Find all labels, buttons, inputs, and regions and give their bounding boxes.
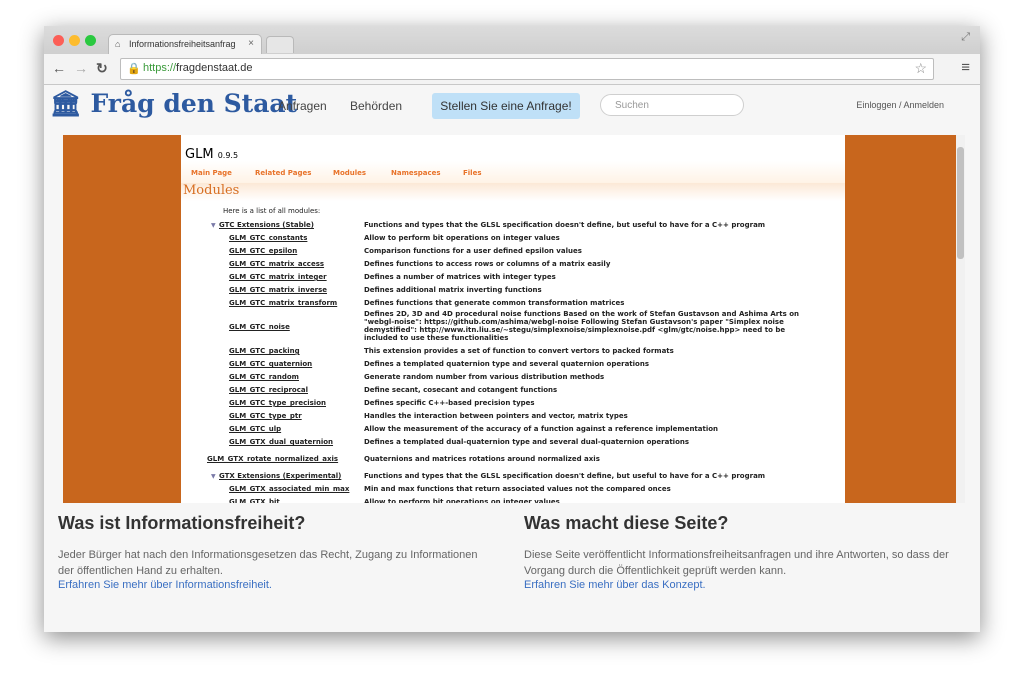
module-link[interactable]: GLM_GTC_quaternion [229, 360, 312, 368]
logo-text: Fråg den Staat [90, 89, 298, 118]
address-bar[interactable]: 🔒 https://fragdenstaat.de ☆ [120, 58, 934, 80]
new-request-button[interactable]: Stellen Sie eine Anfrage! [432, 93, 580, 119]
lock-icon: 🔒 [127, 63, 141, 75]
module-link[interactable]: GLM_GTC_noise [229, 323, 290, 331]
module-description: Functions and types that the GLSL specif… [364, 221, 766, 229]
url-text: https://fragdenstaat.de [143, 62, 252, 74]
fullscreen-icon[interactable]: ⤢ [961, 31, 970, 44]
login-link[interactable]: Einloggen / Anmelden [856, 100, 944, 110]
module-description: Allow the measurement of the accuracy of… [364, 425, 719, 433]
back-arrow-icon[interactable]: ← [52, 60, 66, 76]
frame-scrollbar[interactable] [956, 135, 965, 515]
module-description: Defines specific C++-based precision typ… [364, 399, 535, 407]
module-description: Defines a templated quaternion type and … [364, 360, 650, 368]
reload-icon[interactable]: ↻ [96, 60, 108, 77]
zoom-window-button[interactable] [85, 35, 96, 46]
doc-tab-related-pages[interactable]: Related Pages [255, 169, 311, 177]
scrollbar-thumb[interactable] [957, 147, 964, 259]
module-description: This extension provides a set of functio… [364, 347, 674, 355]
page-title: Modules [183, 183, 240, 198]
info-section: Was ist Informationsfreiheit? Jeder Bürg… [44, 503, 980, 632]
left-heading: Was ist Informationsfreiheit? [58, 513, 306, 533]
module-description: Defines 2D, 3D and 4D procedural noise f… [364, 310, 799, 342]
browser-window: ⌂ Informationsfreiheitsanfrag × ⤢ ← → ↻ … [44, 26, 980, 632]
left-learn-more-link[interactable]: Erfahren Sie mehr über Informationsfreih… [58, 579, 272, 591]
module-link[interactable]: GTC Extensions (Stable) [219, 221, 314, 229]
module-description: Defines a templated dual-quaternion type… [364, 438, 690, 446]
module-description: Defines a number of matrices with intege… [364, 273, 556, 281]
tab-strip: ⌂ Informationsfreiheitsanfrag × ⤢ [44, 26, 980, 55]
module-description: Allow to perform bit operations on integ… [364, 234, 560, 242]
module-link[interactable]: GTX Extensions (Experimental) [219, 472, 341, 480]
doc-tab-namespaces[interactable]: Namespaces [391, 169, 441, 177]
intro-text: Here is a list of all modules: [223, 207, 321, 215]
nav-behoerden[interactable]: Behörden [350, 99, 402, 113]
module-link[interactable]: GLM_GTC_type_ptr [229, 412, 302, 420]
tab-close-icon[interactable]: × [248, 38, 254, 49]
doc-tab-files[interactable]: Files [463, 169, 482, 177]
doc-tab-bar: Main Page Related Pages Modules Namespac… [181, 161, 845, 183]
module-description: Generate random number from various dist… [364, 373, 605, 381]
module-link[interactable]: GLM_GTC_matrix_transform [229, 299, 337, 307]
minimize-window-button[interactable] [69, 35, 80, 46]
doc-tab-modules[interactable]: Modules [333, 169, 366, 177]
left-margin-band [63, 135, 181, 515]
module-link[interactable]: GLM_GTX_rotate_normalized_axis [207, 455, 338, 463]
expand-arrow-icon[interactable]: ▼ [211, 222, 216, 229]
search-input[interactable]: Suchen [600, 94, 744, 116]
project-title: GLM 0.9.5 [185, 147, 238, 162]
new-tab-button[interactable] [266, 36, 294, 53]
embedded-doc-frame: GLM 0.9.5 Main Page Related Pages Module… [63, 135, 965, 515]
module-link[interactable]: GLM_GTC_type_precision [229, 399, 326, 407]
bookmark-star-icon[interactable]: ☆ [914, 60, 927, 77]
module-description: Defines functions to access rows or colu… [364, 260, 611, 268]
module-link[interactable]: GLM_GTC_ulp [229, 425, 281, 433]
close-window-button[interactable] [53, 35, 64, 46]
tab-title: Informationsfreiheitsanfrag [129, 39, 236, 49]
module-description: Functions and types that the GLSL specif… [364, 472, 766, 480]
module-link[interactable]: GLM_GTC_matrix_access [229, 260, 324, 268]
site-favicon-icon: ⌂ [115, 39, 121, 49]
module-link[interactable]: GLM_GTC_random [229, 373, 299, 381]
module-description: Min and max functions that return associ… [364, 485, 671, 493]
right-learn-more-link[interactable]: Erfahren Sie mehr über das Konzept. [524, 579, 706, 591]
browser-tab[interactable]: ⌂ Informationsfreiheitsanfrag × [108, 34, 262, 55]
url-host: fragdenstaat.de [176, 62, 253, 74]
module-link[interactable]: GLM_GTC_packing [229, 347, 300, 355]
forward-arrow-icon[interactable]: → [74, 60, 88, 76]
page-viewport: 🏛 Fråg den Staat Anfragen Behörden Stell… [44, 85, 980, 632]
module-description: Comparison functions for a user defined … [364, 247, 582, 255]
browser-toolbar: ← → ↻ 🔒 https://fragdenstaat.de ☆ ≡ [44, 54, 980, 85]
url-scheme: https:// [143, 62, 177, 74]
module-link[interactable]: GLM_GTC_matrix_integer [229, 273, 327, 281]
building-icon: 🏛 [50, 89, 82, 118]
module-description: Quaternions and matrices rotations aroun… [364, 455, 600, 463]
expand-arrow-icon[interactable]: ▼ [211, 473, 216, 480]
right-margin-band [845, 135, 956, 515]
nav-anfragen[interactable]: Anfragen [278, 99, 327, 113]
module-link[interactable]: GLM_GTC_constants [229, 234, 307, 242]
browser-menu-icon[interactable]: ≡ [961, 59, 970, 76]
right-text: Diese Seite veröffentlicht Informationsf… [524, 549, 949, 577]
module-link[interactable]: GLM_GTX_dual_quaternion [229, 438, 333, 446]
module-description: Handles the interaction between pointers… [364, 412, 628, 420]
doc-tab-main-page[interactable]: Main Page [191, 169, 232, 177]
doxygen-document: GLM 0.9.5 Main Page Related Pages Module… [181, 135, 845, 515]
project-name: GLM [185, 147, 214, 162]
module-description: Defines functions that generate common t… [364, 299, 625, 307]
left-text: Jeder Bürger hat nach den Informationsge… [58, 549, 478, 577]
site-logo[interactable]: 🏛 Fråg den Staat [50, 89, 297, 119]
module-description: Define secant, cosecant and cotangent fu… [364, 386, 558, 394]
module-header: Modules [181, 183, 845, 201]
module-link[interactable]: GLM_GTC_reciprocal [229, 386, 308, 394]
project-version: 0.9.5 [217, 151, 239, 160]
module-link[interactable]: GLM_GTC_epsilon [229, 247, 297, 255]
right-heading: Was macht diese Seite? [524, 513, 729, 533]
module-description: Defines additional matrix inverting func… [364, 286, 542, 294]
module-link[interactable]: GLM_GTX_associated_min_max [229, 485, 349, 493]
module-link[interactable]: GLM_GTC_matrix_inverse [229, 286, 327, 294]
